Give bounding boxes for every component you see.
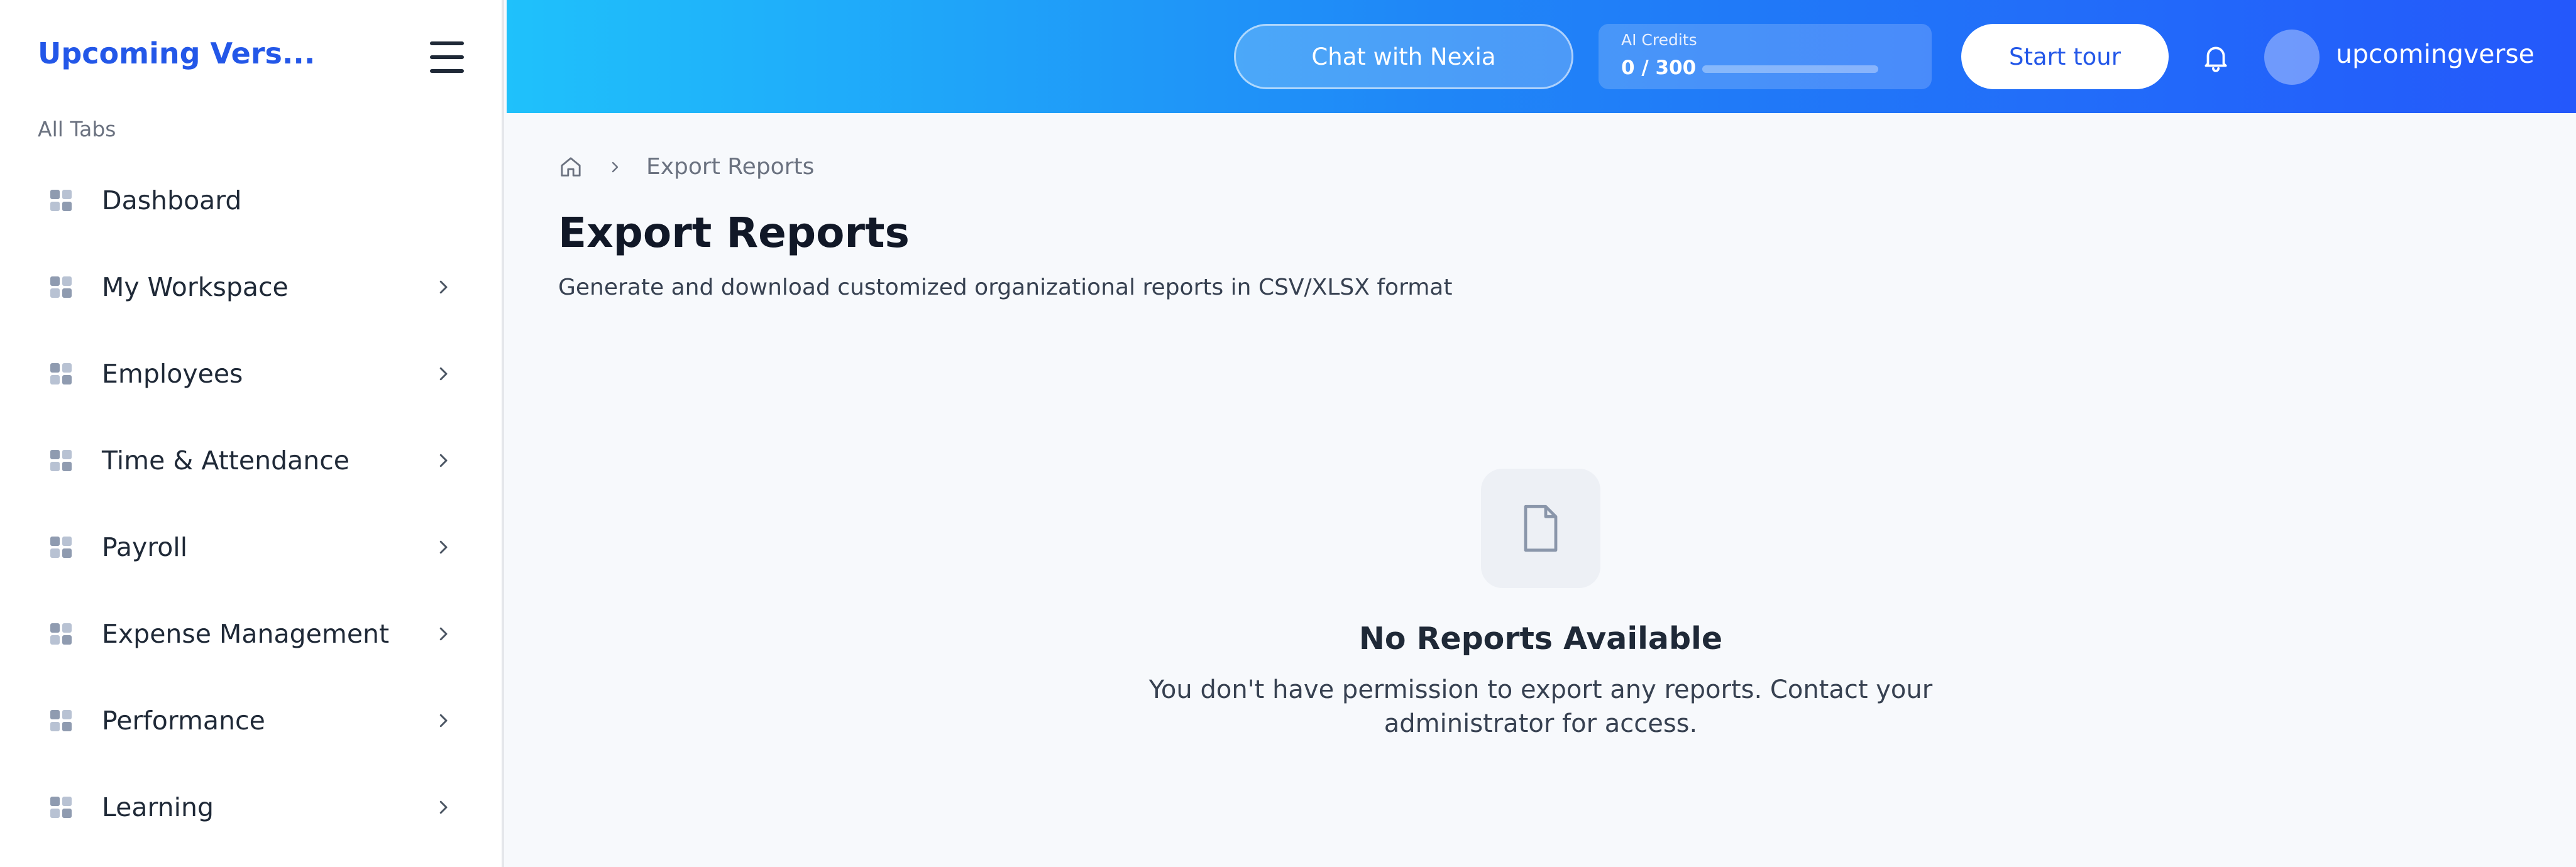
sidebar-item-performance[interactable]: Performance [31,677,471,764]
app-root: Upcoming Vers... All Tabs Dashboard My W… [0,0,2576,867]
chevron-right-icon [439,800,448,814]
chevron-right-icon [439,627,448,641]
grid-icon [50,537,72,558]
sidebar-item-label: Payroll [102,532,188,562]
home-icon[interactable] [558,155,583,180]
chevron-right-icon [439,454,448,467]
ai-credits-progress-bar [1702,65,1878,73]
chevron-right-icon [439,714,448,728]
section-label: All Tabs [38,117,116,141]
ai-credits-title: AI Credits [1621,31,1697,49]
chat-with-nexia-button[interactable]: Chat with Nexia [1234,24,1573,89]
chevron-right-icon [439,540,448,554]
brand-name[interactable]: Upcoming Vers... [38,36,315,70]
bell-icon[interactable] [2200,41,2232,73]
breadcrumb: Export Reports [558,154,814,180]
top-header: Chat with Nexia AI Credits 0 / 300 Start… [507,0,2576,113]
sidebar-item-label: Expense Management [102,619,390,649]
hamburger-icon[interactable] [430,41,464,73]
sidebar-item-label: Time & Attendance [102,445,350,476]
grid-icon [50,190,72,211]
grid-icon [50,276,72,298]
page-subtitle: Generate and download customized organiz… [558,275,1453,300]
ai-credits-value: 0 / 300 [1621,57,1697,79]
grid-icon [50,450,72,471]
sidebar-item-my-workspace[interactable]: My Workspace [31,244,471,330]
sidebar-item-label: My Workspace [102,272,289,302]
chevron-right-icon [439,280,448,294]
sidebar-nav: Dashboard My Workspace Employees Time & … [31,157,471,851]
empty-state-icon-box [1481,469,1600,588]
sidebar-item-learning[interactable]: Learning [31,764,471,851]
sidebar-item-payroll[interactable]: Payroll [31,504,471,591]
grid-icon [50,710,72,731]
start-tour-button[interactable]: Start tour [1961,24,2169,89]
grid-icon [50,363,72,384]
chevron-right-icon [439,367,448,381]
empty-state-message: You don't have permission to export any … [1148,675,1933,738]
ai-credits-panel: AI Credits 0 / 300 [1599,24,1932,89]
sidebar-item-employees[interactable]: Employees [31,330,471,417]
document-icon [1524,504,1558,552]
empty-state-title: No Reports Available [1358,621,1723,657]
avatar[interactable] [2264,30,2320,85]
username[interactable]: upcomingverse [2336,39,2535,69]
sidebar: Upcoming Vers... All Tabs Dashboard My W… [0,0,504,867]
breadcrumb-current: Export Reports [646,154,815,180]
sidebar-item-label: Learning [102,792,214,822]
grid-icon [50,797,72,818]
sidebar-item-label: Dashboard [102,185,242,215]
sidebar-item-dashboard[interactable]: Dashboard [31,157,471,244]
sidebar-item-expense-management[interactable]: Expense Management [31,591,471,677]
sidebar-item-label: Employees [102,359,243,389]
grid-icon [50,623,72,645]
chevron-right-icon [612,161,619,172]
sidebar-item-label: Performance [102,706,265,736]
sidebar-item-time-attendance[interactable]: Time & Attendance [31,417,471,504]
page-title: Export Reports [558,209,910,257]
